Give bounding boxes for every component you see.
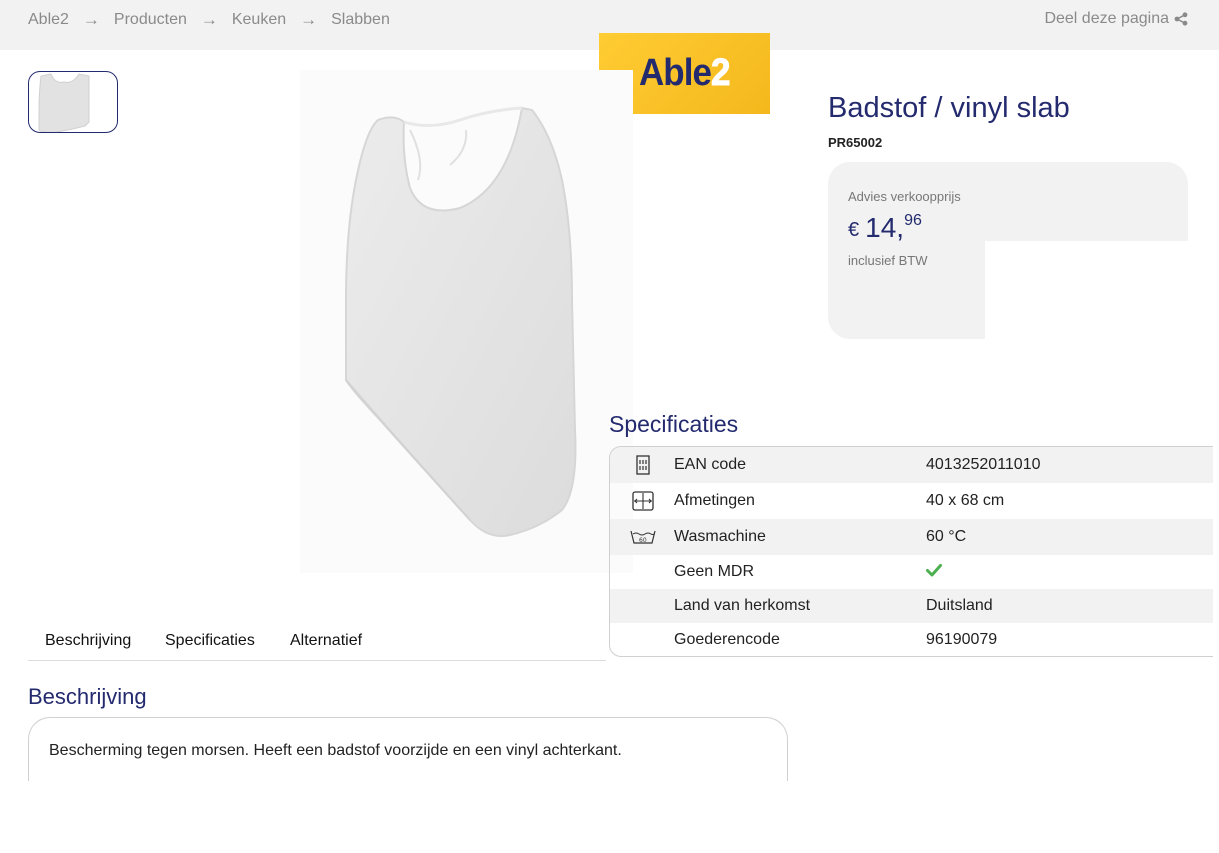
product-sku: PR65002 — [828, 135, 883, 150]
spec-row-mdr: Geen MDR — [610, 555, 1213, 589]
share-label: Deel deze pagina — [1044, 10, 1169, 27]
bib-image — [345, 106, 577, 537]
spec-label: EAN code — [674, 456, 747, 473]
breadcrumb-separator: → — [300, 10, 318, 29]
product-thumbnail[interactable] — [28, 71, 118, 133]
bib-thumbnail-image — [38, 73, 90, 132]
tab-specificaties[interactable]: Specificaties — [165, 632, 255, 650]
dimensions-icon — [630, 489, 656, 513]
breadcrumb-item-home[interactable]: Able2 — [28, 11, 69, 29]
spec-row-goods-code: Goederencode 96190079 — [610, 623, 1213, 656]
spec-value: 40 x 68 cm — [926, 492, 1005, 509]
price-value: € 14, 96 — [848, 212, 922, 244]
spec-value: 60 °C — [926, 528, 967, 545]
price-vat-note: inclusief BTW — [848, 253, 928, 268]
svg-text:60: 60 — [639, 537, 647, 544]
price-currency: € — [848, 219, 860, 241]
breadcrumb-item-keuken[interactable]: Keuken — [232, 11, 286, 29]
logo-text: Able2 — [639, 52, 731, 95]
spec-label: Afmetingen — [674, 492, 755, 509]
specifications-table: EAN code 4013252011010 Afmetingen 40 x 6… — [609, 446, 1213, 657]
description-heading: Beschrijving — [28, 684, 147, 709]
checkmark-icon — [926, 563, 942, 582]
spec-label: Geen MDR — [674, 563, 755, 580]
price-whole: 14, — [865, 212, 905, 243]
breadcrumb-separator: → — [82, 10, 100, 29]
spec-label: Wasmachine — [674, 528, 766, 545]
tab-alternatief[interactable]: Alternatief — [290, 632, 362, 650]
product-title: Badstof / vinyl slab — [828, 92, 1070, 124]
spec-label: Land van herkomst — [674, 597, 811, 614]
share-page-link[interactable]: Deel deze pagina — [1044, 10, 1188, 28]
breadcrumb-item-producten[interactable]: Producten — [114, 11, 187, 29]
breadcrumb: Able2 → Producten → Keuken → Slabben — [28, 10, 390, 30]
spec-row-origin: Land van herkomst Duitsland — [610, 589, 1213, 623]
product-tabs: Beschrijving Specificaties Alternatief — [28, 630, 606, 661]
barcode-icon — [630, 453, 656, 477]
specifications-heading: Specificaties — [609, 411, 739, 437]
spec-row-washing: 60 Wasmachine 60 °C — [610, 519, 1213, 555]
spec-row-ean: EAN code 4013252011010 — [610, 447, 1213, 483]
price-box: Advies verkoopprijs € 14, 96 inclusief B… — [828, 162, 1188, 339]
spec-label: Goederencode — [674, 631, 780, 648]
product-image — [300, 70, 633, 573]
tab-beschrijving[interactable]: Beschrijving — [45, 632, 131, 650]
spec-row-dimensions: Afmetingen 40 x 68 cm — [610, 483, 1213, 519]
price-label: Advies verkoopprijs — [848, 189, 961, 204]
spec-value: Duitsland — [926, 597, 993, 614]
breadcrumb-item-slabben[interactable]: Slabben — [331, 11, 390, 29]
spec-value: 96190079 — [926, 631, 998, 648]
breadcrumb-separator: → — [200, 10, 218, 29]
description-text: Bescherming tegen morsen. Heeft een bads… — [49, 742, 622, 759]
description-box: Bescherming tegen morsen. Heeft een bads… — [28, 717, 788, 781]
washing-machine-60-icon: 60 — [630, 525, 656, 549]
price-cents: 96 — [904, 212, 922, 229]
share-icon — [1174, 12, 1188, 26]
spec-value: 4013252011010 — [926, 456, 1041, 473]
